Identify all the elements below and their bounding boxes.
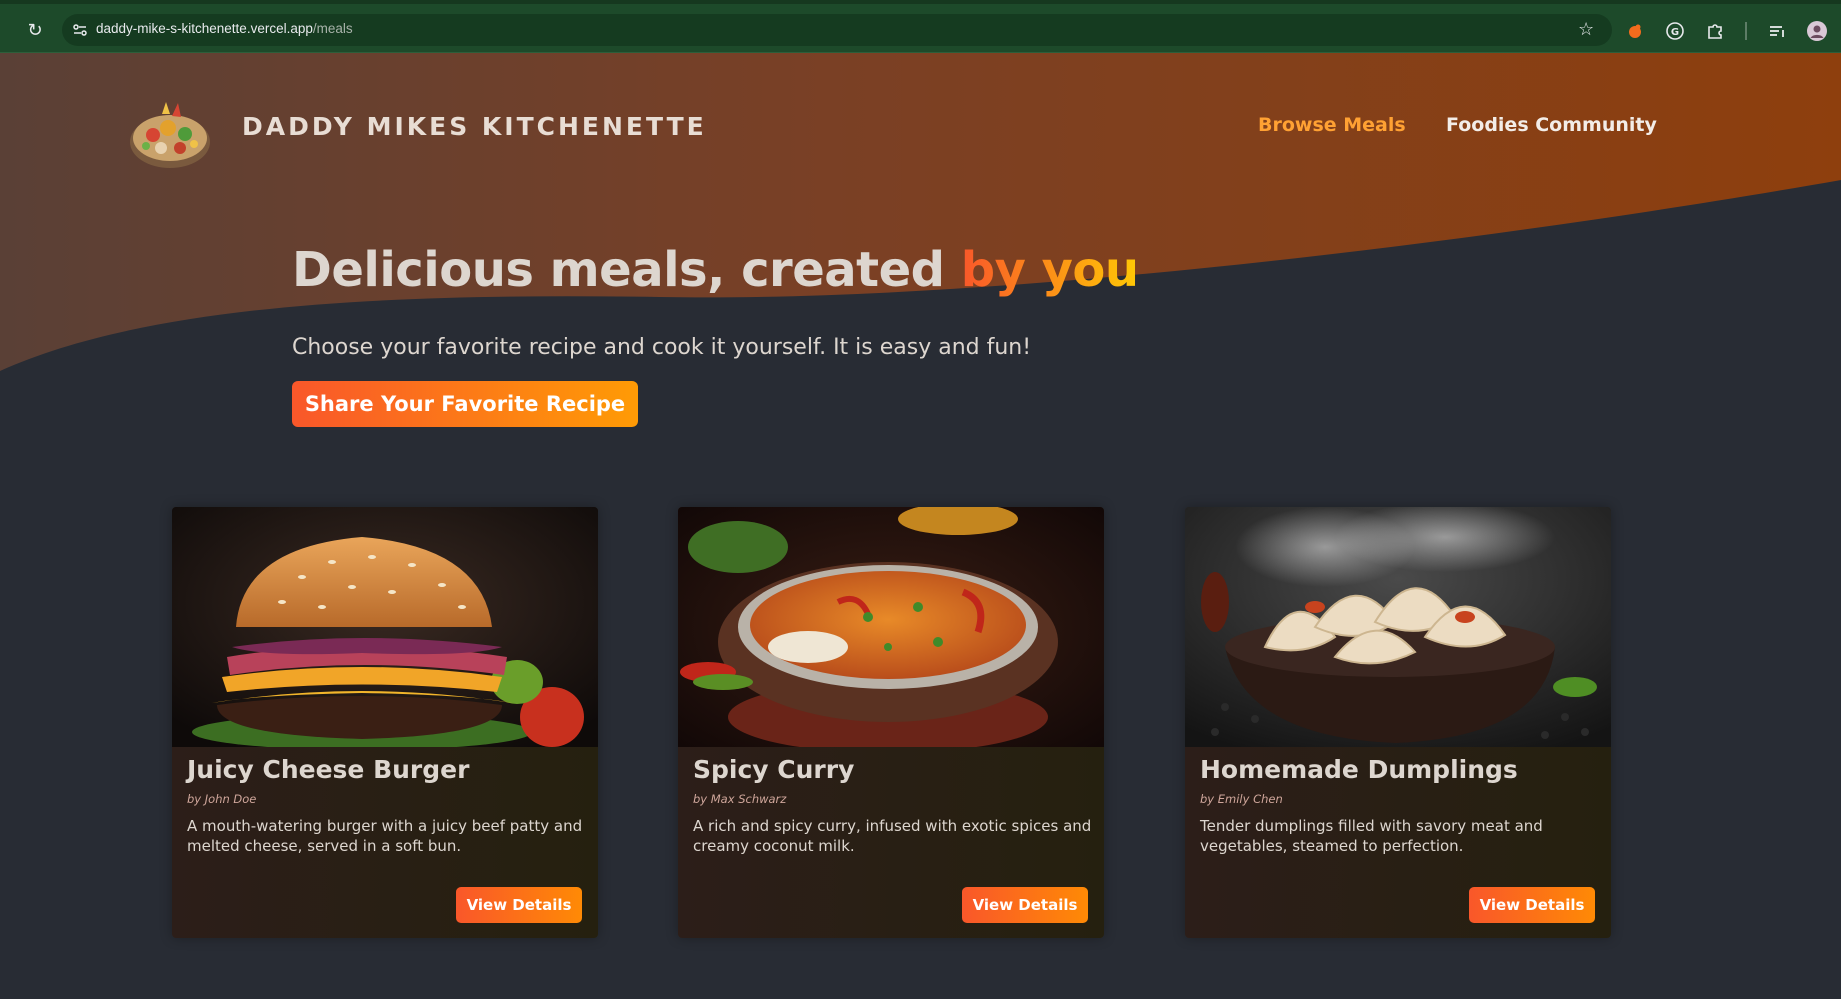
curry-image: [678, 507, 1104, 747]
view-details-button[interactable]: View Details: [1469, 887, 1595, 923]
reload-icon[interactable]: ↻: [24, 20, 46, 42]
url-path: /meals: [312, 21, 353, 36]
page: DADDY MIKES KITCHENETTE Browse Meals Foo…: [0, 53, 1841, 999]
share-recipe-button[interactable]: Share Your Favorite Recipe: [292, 381, 638, 427]
view-details-button[interactable]: View Details: [456, 887, 582, 923]
meal-description: Tender dumplings filled with savory meat…: [1200, 817, 1543, 855]
toolbar-divider: [1745, 22, 1747, 40]
star-icon[interactable]: ☆: [1578, 19, 1598, 40]
dumplings-image: [1185, 507, 1611, 747]
profile-avatar[interactable]: [1807, 21, 1827, 41]
address-bar[interactable]: daddy-mike-s-kitchenette.vercel.app/meal…: [62, 14, 1612, 46]
site-info-icon[interactable]: [72, 22, 88, 38]
meal-title: Spicy Curry: [693, 755, 855, 784]
extension-fire-icon[interactable]: [1625, 21, 1645, 41]
meal-card: Juicy Cheese Burger by John Doe A mouth-…: [172, 507, 598, 938]
url-host: daddy-mike-s-kitchenette.vercel.app: [96, 21, 313, 36]
hero-subtitle: Choose your favorite recipe and cook it …: [292, 335, 1032, 360]
meal-title: Homemade Dumplings: [1200, 755, 1518, 784]
meal-author: by Max Schwarz: [693, 792, 787, 806]
extensions-puzzle-icon[interactable]: [1705, 21, 1725, 41]
hero-title-main: Delicious meals, created: [292, 242, 961, 298]
url-text[interactable]: daddy-mike-s-kitchenette.vercel.app/meal…: [96, 21, 353, 36]
meal-card: Homemade Dumplings by Emily Chen Tender …: [1185, 507, 1611, 938]
hero-title: Delicious meals, created by you: [292, 242, 1139, 298]
meal-author: by John Doe: [187, 792, 257, 806]
meal-description: A rich and spicy curry, infused with exo…: [693, 817, 1092, 855]
meal-title: Juicy Cheese Burger: [187, 755, 470, 784]
view-details-button[interactable]: View Details: [962, 887, 1088, 923]
brand-name[interactable]: DADDY MIKES KITCHENETTE: [242, 112, 707, 141]
hero-title-accent: by you: [960, 242, 1139, 298]
grammarly-icon[interactable]: G: [1665, 21, 1685, 41]
svg-text:G: G: [1671, 27, 1679, 38]
reading-list-icon[interactable]: [1767, 21, 1787, 41]
meal-description: A mouth-watering burger with a juicy bee…: [187, 817, 583, 855]
nav-foodies-community[interactable]: Foodies Community: [1446, 114, 1657, 136]
browser-toolbar: ↻ daddy-mike-s-kitchenette.vercel.app/me…: [0, 0, 1841, 53]
burger-image: [172, 507, 598, 747]
extension-icons: G ⋮: [1625, 19, 1841, 43]
nav-browse-meals[interactable]: Browse Meals: [1258, 114, 1406, 136]
logo-image[interactable]: [128, 90, 212, 174]
meal-card: Spicy Curry by Max Schwarz A rich and sp…: [678, 507, 1104, 938]
meal-author: by Emily Chen: [1200, 792, 1283, 806]
